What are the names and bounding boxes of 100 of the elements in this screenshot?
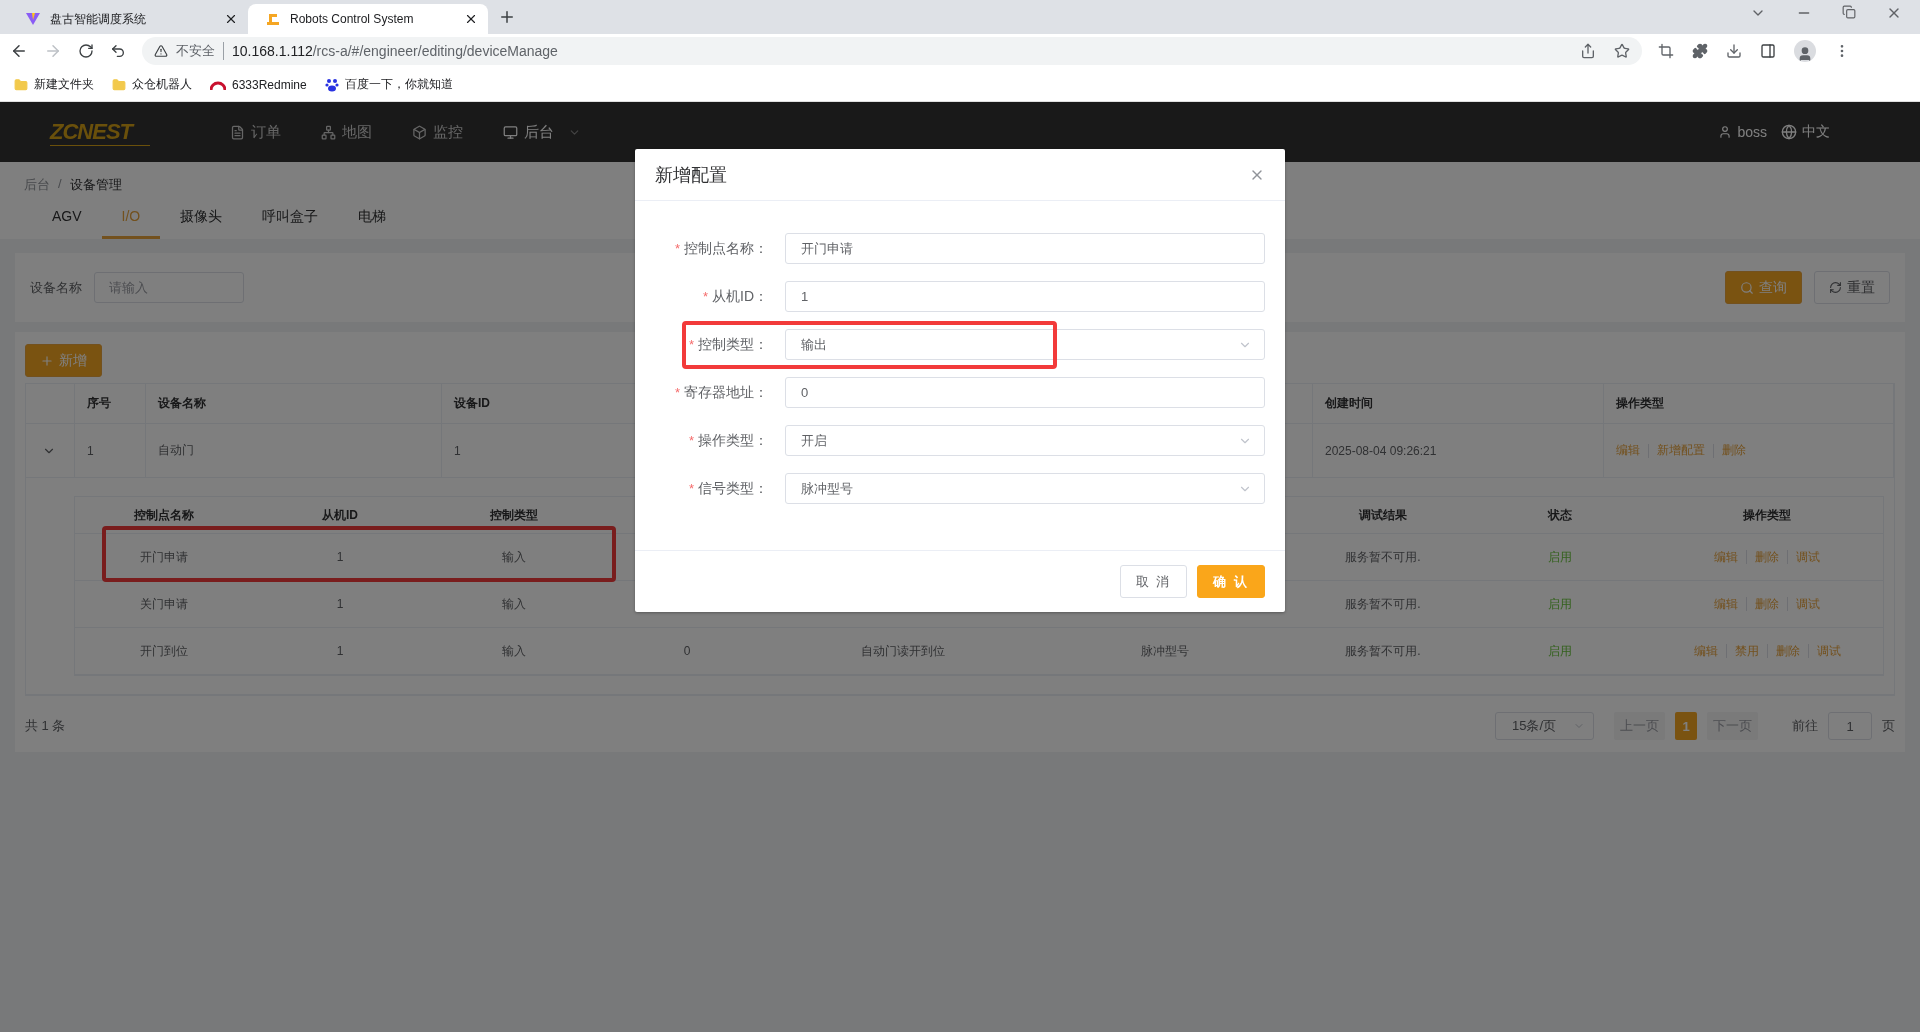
cube-icon bbox=[412, 124, 427, 140]
confirm-button[interactable]: 确 认 bbox=[1197, 565, 1265, 598]
bookmark-item[interactable]: 众仓机器人 bbox=[112, 76, 192, 93]
action-link[interactable]: 删除 bbox=[1775, 642, 1800, 660]
refresh-icon bbox=[1829, 281, 1842, 294]
action-link[interactable]: 删除 bbox=[1755, 595, 1779, 613]
monitor-icon bbox=[503, 124, 518, 140]
goto-page-input[interactable]: 1 bbox=[1828, 712, 1872, 740]
action-link[interactable]: 新增配置 bbox=[1657, 442, 1705, 459]
reload-icon[interactable] bbox=[78, 43, 94, 59]
form-label: 信号类型： bbox=[698, 479, 768, 498]
user-icon bbox=[1718, 125, 1733, 139]
status-text: 启用 bbox=[1548, 548, 1572, 566]
column-header: 状态 bbox=[1546, 506, 1573, 524]
required-mark: * bbox=[688, 433, 694, 448]
goto-suffix: 页 bbox=[1882, 717, 1895, 735]
status-text: 启用 bbox=[1548, 642, 1572, 660]
download-icon[interactable] bbox=[1726, 43, 1742, 59]
action-link[interactable]: 删除 bbox=[1755, 548, 1779, 566]
restore-icon[interactable] bbox=[1842, 5, 1856, 19]
logo: ZCNEST bbox=[50, 118, 150, 146]
nav-item[interactable]: 后台 bbox=[503, 122, 581, 142]
nav-item[interactable]: 订单 bbox=[230, 122, 281, 142]
form-label: 控制类型： bbox=[698, 335, 768, 354]
column-header: 操作类型 bbox=[1742, 506, 1792, 524]
required-mark: * bbox=[674, 241, 680, 256]
column-header: 操作类型 bbox=[1604, 384, 1894, 423]
select-field[interactable]: 脉冲型号 bbox=[785, 473, 1265, 504]
cancel-button[interactable]: 取 消 bbox=[1119, 565, 1188, 598]
table-cell: 2025-08-04 09:26:21 bbox=[1313, 424, 1604, 477]
tab[interactable]: AGV bbox=[32, 202, 102, 239]
warning-icon bbox=[154, 44, 168, 58]
query-button[interactable]: 查询 bbox=[1725, 271, 1802, 304]
table-cell-text: 服务暂不可用. bbox=[1344, 595, 1422, 613]
total-count: 共 1 条 bbox=[25, 717, 66, 735]
action-link[interactable]: 编辑 bbox=[1616, 442, 1640, 459]
select-field[interactable]: 输出 bbox=[785, 329, 1265, 360]
breadcrumb-separator: / bbox=[58, 176, 62, 193]
extensions-icon[interactable] bbox=[1692, 43, 1708, 59]
column-header: 从机ID bbox=[321, 506, 359, 524]
bookmark-item[interactable]: 新建文件夹 bbox=[14, 76, 94, 93]
input-field[interactable]: 开门申请 bbox=[785, 233, 1265, 264]
page-size-select[interactable]: 15条/页 bbox=[1495, 712, 1594, 740]
tab[interactable]: 呼叫盒子 bbox=[242, 202, 339, 239]
table-cell: 自动门 bbox=[146, 424, 442, 477]
table-cell-text: 1 bbox=[335, 549, 345, 566]
action-link[interactable]: 调试 bbox=[1816, 642, 1841, 660]
v-logo-icon bbox=[26, 12, 40, 26]
profile-avatar[interactable] bbox=[1794, 40, 1816, 62]
plus-icon bbox=[40, 353, 54, 368]
new-tab-icon[interactable] bbox=[498, 8, 516, 26]
crop-icon[interactable] bbox=[1658, 43, 1674, 59]
bookmark-item[interactable]: 6333Redmine bbox=[210, 77, 307, 92]
side-panel-icon[interactable] bbox=[1760, 43, 1776, 59]
sitemap-icon bbox=[321, 124, 336, 140]
action-link[interactable]: 编辑 bbox=[1693, 642, 1718, 660]
table-cell-text: 服务暂不可用. bbox=[1344, 642, 1422, 660]
input-field[interactable]: 1 bbox=[785, 281, 1265, 312]
column-header: 调试结果 bbox=[1358, 506, 1408, 524]
address-bar[interactable]: 不安全 10.168.1.112/rcs-a/#/engineer/editing/deviceManage bbox=[142, 37, 1642, 65]
user-menu[interactable]: boss bbox=[1718, 124, 1767, 140]
undo-icon[interactable] bbox=[110, 43, 126, 59]
action-link[interactable]: 编辑 bbox=[1714, 548, 1738, 566]
url-text: 10.168.1.112/rcs-a/#/engineer/editing/deviceManage bbox=[232, 43, 558, 59]
security-label: 不安全 bbox=[176, 42, 224, 60]
action-link[interactable]: 编辑 bbox=[1714, 595, 1738, 613]
input-field[interactable]: 0 bbox=[785, 377, 1265, 408]
action-link[interactable]: 禁用 bbox=[1734, 642, 1759, 660]
select-field[interactable]: 开启 bbox=[785, 425, 1265, 456]
tab[interactable]: I/O bbox=[101, 202, 161, 239]
action-link[interactable]: 删除 bbox=[1722, 442, 1746, 459]
form-label: 控制点名称： bbox=[684, 239, 768, 258]
action-link[interactable]: 调试 bbox=[1796, 595, 1820, 613]
browser-tab[interactable]: 盘古智能调度系统 bbox=[8, 4, 248, 34]
column-header: 控制点名称 bbox=[133, 506, 195, 524]
table-cell-text: 关门申请 bbox=[139, 595, 189, 613]
bookmark-star-icon[interactable] bbox=[1614, 43, 1630, 59]
table-cell-text: 1 bbox=[335, 643, 345, 660]
back-icon[interactable] bbox=[10, 42, 28, 60]
bookmark-item[interactable]: 百度一下，你就知道 bbox=[324, 76, 453, 93]
folder-icon bbox=[112, 77, 126, 92]
table-cell-text: 0 bbox=[682, 643, 692, 660]
table-cell-text: 脉冲型号 bbox=[1140, 642, 1190, 660]
field-label: 设备名称 bbox=[30, 278, 82, 297]
share-icon[interactable] bbox=[1580, 43, 1596, 59]
nav-item[interactable]: 监控 bbox=[412, 122, 463, 142]
paw-icon bbox=[324, 77, 339, 92]
tab[interactable]: 摄像头 bbox=[160, 202, 243, 239]
table-cell-text: 输入 bbox=[501, 548, 527, 566]
nav-item[interactable]: 地图 bbox=[321, 122, 372, 142]
status-text: 启用 bbox=[1548, 595, 1572, 613]
language-menu[interactable]: 中文 bbox=[1781, 123, 1830, 141]
action-link[interactable]: 调试 bbox=[1796, 548, 1820, 566]
breadcrumb-item: 设备管理 bbox=[69, 176, 122, 194]
add-button[interactable]: 新增 bbox=[25, 344, 102, 377]
page-number-button[interactable]: 1 bbox=[1675, 712, 1697, 740]
tab[interactable]: 电梯 bbox=[338, 202, 407, 239]
search-icon bbox=[1740, 280, 1754, 295]
reset-button[interactable]: 重置 bbox=[1814, 271, 1890, 304]
browser-tab[interactable]: Robots Control System bbox=[248, 4, 488, 34]
